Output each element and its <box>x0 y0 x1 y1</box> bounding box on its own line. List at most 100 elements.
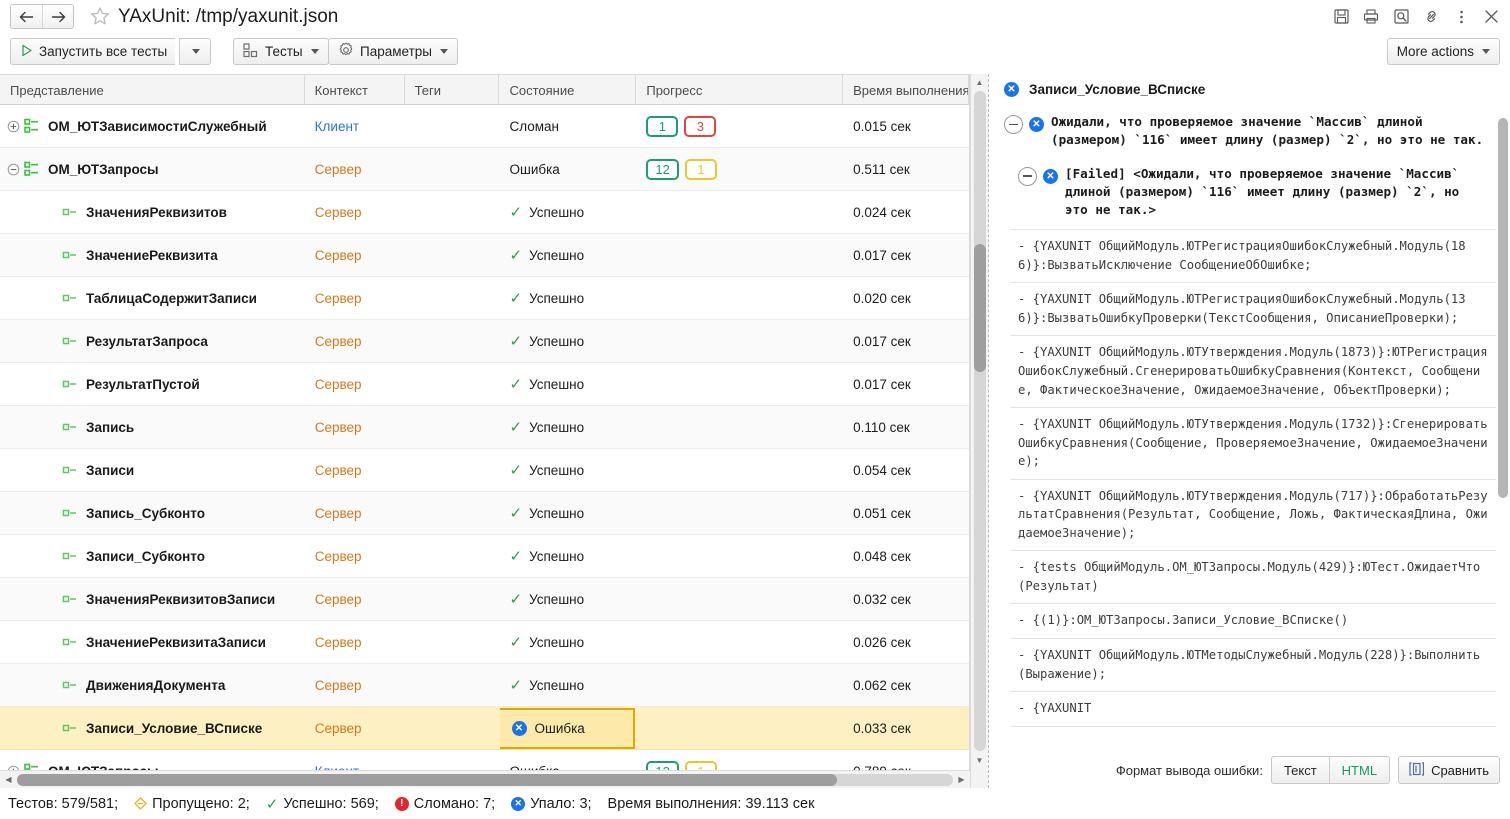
cell-progress[interactable] <box>636 621 843 664</box>
cell-state[interactable]: ✓ Успешно <box>500 449 637 492</box>
stack-trace-list[interactable]: - {YAXUNIT ОбщийМодуль.ЮТРегистрацияОшиб… <box>1010 229 1496 727</box>
cell-duration[interactable]: 0.110 сек <box>843 406 969 449</box>
tests-menu-button[interactable]: Тесты <box>233 38 329 65</box>
table-row[interactable]: Запись_Субконто Сервер ✓ Успешно 0.051 сек <box>0 492 969 535</box>
cell-context[interactable]: Сервер <box>305 621 405 664</box>
cell-duration[interactable]: 0.033 сек <box>843 707 969 750</box>
cell-name[interactable]: ЗначенияРеквизитовЗаписи <box>0 578 305 621</box>
collapse-toggle-button[interactable] <box>1004 115 1023 134</box>
scroll-right-arrow-icon[interactable]: ▶ <box>953 771 970 788</box>
cell-duration[interactable]: 0.051 сек <box>843 492 969 535</box>
table-row[interactable]: РезультатЗапроса Сервер ✓ Успешно 0.017 сек <box>0 320 969 363</box>
table-row[interactable]: ЗначениеРеквизита Сервер ✓ Успешно 0.017 сек <box>0 234 969 277</box>
format-option-text[interactable]: Текст <box>1272 757 1329 783</box>
cell-progress[interactable] <box>636 707 843 750</box>
table-row[interactable]: ОМ_ЮТЗависимостиСлужебный Клиент Сломан 1 3 0… <box>0 105 969 148</box>
v-scroll-thumb[interactable] <box>974 244 986 372</box>
grid-column-header[interactable]: Прогресс <box>636 75 844 105</box>
cell-tags[interactable] <box>405 148 500 191</box>
link-icon[interactable] <box>1418 5 1444 28</box>
cell-context[interactable]: Сервер <box>305 578 405 621</box>
cell-tags[interactable] <box>405 664 500 707</box>
cell-context[interactable]: Клиент <box>305 750 405 771</box>
pane-splitter[interactable] <box>988 74 996 788</box>
collapse-toggle-button[interactable] <box>1018 166 1037 186</box>
cell-progress[interactable] <box>636 277 843 320</box>
cell-state[interactable]: ✓ Успешно <box>500 363 637 406</box>
cell-progress[interactable]: 121 <box>636 148 843 191</box>
grid-horizontal-scrollbar[interactable]: ◀ ▶ <box>0 770 970 788</box>
cell-context[interactable]: Сервер <box>305 363 405 406</box>
forward-button[interactable] <box>42 5 73 28</box>
cell-state[interactable]: ✓ Успешно <box>500 406 637 449</box>
cell-context[interactable]: Сервер <box>305 707 405 750</box>
cell-tags[interactable] <box>405 105 500 148</box>
cell-state[interactable]: ✓ Успешно <box>500 492 637 535</box>
cell-tags[interactable] <box>405 707 500 750</box>
expand-icon[interactable] <box>6 119 20 133</box>
print-icon[interactable] <box>1358 5 1384 28</box>
compare-button[interactable]: Сравнить <box>1398 756 1500 784</box>
cell-context[interactable]: Сервер <box>305 406 405 449</box>
stack-trace-item[interactable]: - {YAXUNIT <box>1010 692 1496 727</box>
format-option-html[interactable]: HTML <box>1328 757 1389 783</box>
cell-tags[interactable] <box>405 535 500 578</box>
stack-trace-item[interactable]: - {YAXUNIT ОбщийМодуль.ЮТУтверждения.Мод… <box>1010 408 1496 480</box>
find-icon[interactable] <box>1388 5 1414 28</box>
table-row[interactable]: ДвиженияДокумента Сервер ✓ Успешно 0.062 сек <box>0 664 969 707</box>
grid-column-header[interactable]: Теги <box>405 75 500 105</box>
cell-duration[interactable]: 0.511 сек <box>843 148 969 191</box>
stack-trace-item[interactable]: - {tests ОбщийМодуль.ОМ_ЮТЗапросы.Модуль… <box>1010 551 1496 605</box>
cell-state[interactable]: ✓ Успешно <box>500 234 637 277</box>
cell-duration[interactable]: 0.020 сек <box>843 277 969 320</box>
save-icon[interactable] <box>1328 5 1354 28</box>
stack-trace-item[interactable]: - {YAXUNIT ОбщийМодуль.ЮТМетодыСлужебный… <box>1010 639 1496 693</box>
cell-duration[interactable]: 0.017 сек <box>843 234 969 277</box>
cell-context[interactable]: Сервер <box>305 148 405 191</box>
cell-duration[interactable]: 0.026 сек <box>843 621 969 664</box>
cell-name[interactable]: Записи_Субконто <box>0 535 305 578</box>
cell-name[interactable]: Запись_Субконто <box>0 492 305 535</box>
table-row[interactable]: РезультатПустой Сервер ✓ Успешно 0.017 сек <box>0 363 969 406</box>
cell-name[interactable]: РезультатПустой <box>0 363 305 406</box>
cell-name[interactable]: ЗначениеРеквизитаЗаписи <box>0 621 305 664</box>
table-row[interactable]: ОМ_ЮТЗапросы Сервер Ошибка 12 1 0.511 сек <box>0 148 969 191</box>
stack-trace-item[interactable]: - {YAXUNIT ОбщийМодуль.ЮТРегистрацияОшиб… <box>1010 283 1496 337</box>
cell-context[interactable]: Сервер <box>305 234 405 277</box>
cell-duration[interactable]: 0.789 сек <box>843 750 969 771</box>
cell-name[interactable]: ТаблицаСодержитЗаписи <box>0 277 305 320</box>
cell-name[interactable]: ОМ_ЮТЗависимостиСлужебный <box>0 105 305 148</box>
cell-state[interactable]: ✓ Успешно <box>500 578 637 621</box>
cell-name[interactable]: РезультатЗапроса <box>0 320 305 363</box>
cell-progress[interactable] <box>636 406 843 449</box>
cell-name[interactable]: ОМ_ЮТЗапросы <box>0 750 305 770</box>
v-scroll-track[interactable] <box>974 91 986 751</box>
grid-column-header[interactable]: Представление <box>0 75 305 105</box>
cell-progress[interactable] <box>636 191 843 234</box>
cell-state[interactable]: Ошибка <box>499 148 636 191</box>
cell-context[interactable]: Сервер <box>305 535 405 578</box>
table-row[interactable]: Записи Сервер ✓ Успешно 0.054 сек <box>0 449 969 492</box>
table-row[interactable]: ТаблицаСодержитЗаписи Сервер ✓ Успешно 0.020… <box>0 277 969 320</box>
run-all-tests-button[interactable]: Запустить все тесты <box>10 38 176 65</box>
cell-tags[interactable] <box>405 578 500 621</box>
cell-duration[interactable]: 0.054 сек <box>843 449 969 492</box>
cell-progress[interactable] <box>636 320 843 363</box>
cell-tags[interactable] <box>405 750 500 771</box>
cell-progress[interactable] <box>636 449 843 492</box>
cell-tags[interactable] <box>405 363 500 406</box>
cell-duration[interactable]: 0.048 сек <box>843 535 969 578</box>
cell-state[interactable]: ✕ Ошибка <box>499 707 637 750</box>
cell-tags[interactable] <box>405 449 500 492</box>
test-tree-grid[interactable]: Представление Контекст Теги Состояние Прогре… <box>0 74 970 770</box>
cell-tags[interactable] <box>405 406 500 449</box>
table-row[interactable]: Записи_Условие_ВСписке Сервер ✕ Ошибка 0.033… <box>0 707 969 750</box>
cell-tags[interactable] <box>405 621 500 664</box>
cell-state[interactable]: ✓ Успешно <box>500 320 637 363</box>
cell-state[interactable]: ✓ Успешно <box>500 621 637 664</box>
cell-state[interactable]: ✓ Успешно <box>500 535 637 578</box>
cell-progress[interactable] <box>636 492 843 535</box>
cell-name[interactable]: Записи_Условие_ВСписке <box>0 707 305 750</box>
selected-cell[interactable]: ✕ Ошибка <box>499 707 635 749</box>
stack-trace-item[interactable]: - {YAXUNIT ОбщийМодуль.ЮТУтверждения.Мод… <box>1010 336 1496 409</box>
